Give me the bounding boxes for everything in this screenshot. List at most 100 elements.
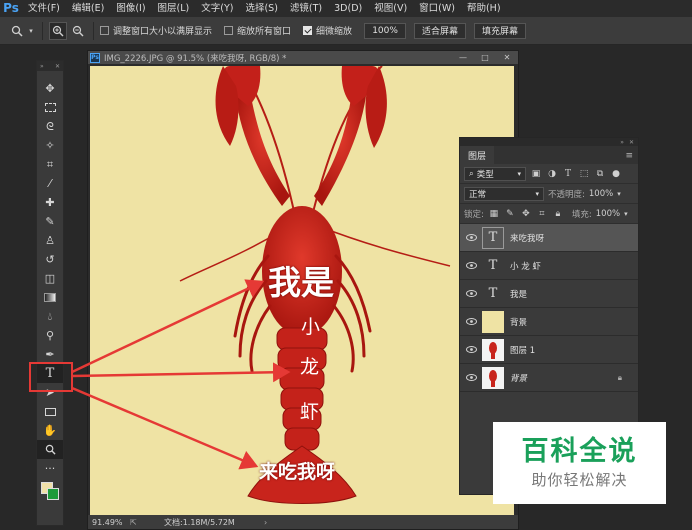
zoom-out-icon[interactable] <box>69 22 87 40</box>
resize-windows-checkbox[interactable] <box>100 26 109 35</box>
filter-kind-label: 类型 <box>476 169 494 180</box>
menu-help[interactable]: 帮助(H) <box>461 0 507 17</box>
menu-layer[interactable]: 图层(L) <box>152 0 196 17</box>
dodge-tool-icon[interactable]: ⚲ <box>37 326 63 345</box>
gradient-tool-icon[interactable] <box>37 288 63 307</box>
zoom-all-option[interactable]: 缩放所有窗口 <box>224 24 291 37</box>
zoom-tool-preset-icon[interactable] <box>8 22 26 40</box>
panel-menu-icon[interactable]: ≡ <box>625 148 638 164</box>
layer-name[interactable]: 图层 1 <box>510 344 535 356</box>
scrubby-zoom-checkbox[interactable] <box>303 26 313 35</box>
lock-artboard-icon[interactable]: ⌗ <box>536 209 548 219</box>
crop-tool-icon[interactable]: ⌗ <box>37 155 63 174</box>
layer-name[interactable]: 来吃我呀 <box>510 232 544 244</box>
eye-icon[interactable] <box>460 262 482 269</box>
image-layer-thumbnail <box>482 338 504 361</box>
color-swatches[interactable] <box>37 478 63 506</box>
fill-value[interactable]: 100% <box>596 209 620 219</box>
menu-image[interactable]: 图像(I) <box>110 0 151 17</box>
image-canvas[interactable]: 我是 小 龙 虾 来吃我呀 <box>90 66 514 515</box>
menu-type[interactable]: 文字(Y) <box>195 0 239 17</box>
more-tools-icon[interactable]: ··· <box>37 459 63 478</box>
brush-tool-icon[interactable]: ✎ <box>37 212 63 231</box>
layer-row[interactable]: 背景 <box>460 308 638 336</box>
move-tool-icon[interactable]: ✥ <box>37 79 63 98</box>
chevron-down-icon[interactable]: ▾ <box>617 190 621 198</box>
eye-icon[interactable] <box>460 346 482 353</box>
menu-file[interactable]: 文件(F) <box>22 0 66 17</box>
lock-position-icon[interactable]: ✥ <box>520 209 532 219</box>
maximize-icon[interactable]: □ <box>474 51 496 64</box>
tools-panel-header[interactable]: » ✕ <box>37 61 63 71</box>
filter-kind-select[interactable]: ⌕ 类型 ▾ <box>464 166 526 181</box>
close-icon[interactable]: ✕ <box>496 51 518 64</box>
lock-paint-icon[interactable]: ✎ <box>504 209 516 219</box>
type-tool-icon[interactable]: T <box>37 364 63 383</box>
chevron-down-icon[interactable]: ▾ <box>624 210 628 218</box>
lock-all-icon[interactable]: 🔒︎ <box>552 209 564 219</box>
pen-tool-icon[interactable]: ✒ <box>37 345 63 364</box>
menu-3d[interactable]: 3D(D) <box>328 0 368 17</box>
menu-filter[interactable]: 滤镜(T) <box>284 0 328 17</box>
close-icon[interactable]: ✕ <box>55 63 60 70</box>
watermark-subtitle: 助你轻松解决 <box>531 471 628 489</box>
layer-row[interactable]: 背景 🔒︎ <box>460 364 638 392</box>
resize-windows-option[interactable]: 调整窗口大小以满屏显示 <box>100 24 212 37</box>
filter-toggle-icon[interactable]: ● <box>610 169 622 179</box>
clone-stamp-tool-icon[interactable]: ♙ <box>37 231 63 250</box>
magic-wand-tool-icon[interactable]: ✧ <box>37 136 63 155</box>
zoom-100-button[interactable]: 100% <box>364 22 407 39</box>
path-selection-tool-icon[interactable]: ➤ <box>37 383 63 402</box>
layer-row[interactable]: T 来吃我呀 <box>460 224 638 252</box>
rectangle-tool-icon[interactable] <box>37 402 63 421</box>
filter-smart-object-icon[interactable]: ⧉ <box>594 169 606 179</box>
layer-name[interactable]: 我是 <box>510 288 527 300</box>
export-icon[interactable]: ⇱ <box>130 518 164 527</box>
tab-layers[interactable]: 图层 <box>460 146 495 164</box>
chevron-down-icon[interactable]: ▾ <box>26 22 36 40</box>
zoom-in-icon[interactable] <box>49 21 67 40</box>
collapse-icon[interactable]: » <box>40 63 44 70</box>
filter-pixel-icon[interactable]: ▣ <box>530 169 542 179</box>
menu-view[interactable]: 视图(V) <box>368 0 413 17</box>
blend-mode-select[interactable]: 正常 ▾ <box>464 186 544 201</box>
layer-name[interactable]: 背景 <box>510 372 527 384</box>
eye-icon[interactable] <box>460 234 482 241</box>
eye-icon[interactable] <box>460 318 482 325</box>
layer-row[interactable]: T 小 龙 虾 <box>460 252 638 280</box>
fit-screen-button[interactable]: 适合屏幕 <box>414 22 467 39</box>
lasso-tool-icon[interactable]: ᘓ <box>37 117 63 136</box>
scrubby-zoom-option[interactable]: 细微缩放 <box>303 24 352 37</box>
menu-select[interactable]: 选择(S) <box>239 0 283 17</box>
status-menu-arrow-icon[interactable]: › <box>264 518 267 527</box>
blur-tool-icon[interactable]: 💧︎ <box>37 307 63 326</box>
menu-window[interactable]: 窗口(W) <box>413 0 461 17</box>
fill-screen-button[interactable]: 填充屏幕 <box>474 22 527 39</box>
eye-icon[interactable] <box>460 290 482 297</box>
eyedropper-tool-icon[interactable]: ⁄ <box>37 174 63 193</box>
zoom-level[interactable]: 91.49% <box>92 518 130 527</box>
filter-shape-icon[interactable]: ⬚ <box>578 169 590 179</box>
lock-transparency-icon[interactable]: ▦ <box>488 209 500 219</box>
hand-tool-icon[interactable]: ✋ <box>37 421 63 440</box>
minimize-icon[interactable]: — <box>452 51 474 64</box>
zoom-all-checkbox[interactable] <box>224 26 234 35</box>
background-color-swatch[interactable] <box>47 488 59 500</box>
close-icon[interactable]: ✕ <box>629 139 634 146</box>
history-brush-tool-icon[interactable]: ↺ <box>37 250 63 269</box>
eraser-tool-icon[interactable]: ◫ <box>37 269 63 288</box>
zoom-tool-icon[interactable] <box>37 440 63 459</box>
filter-adjustment-icon[interactable]: ◑ <box>546 169 558 179</box>
layers-panel-header[interactable]: » ✕ <box>460 138 638 146</box>
layer-row[interactable]: 图层 1 <box>460 336 638 364</box>
eye-icon[interactable] <box>460 374 482 381</box>
layer-name[interactable]: 背景 <box>510 316 527 328</box>
layer-row[interactable]: T 我是 <box>460 280 638 308</box>
healing-brush-tool-icon[interactable]: ✚ <box>37 193 63 212</box>
marquee-tool-icon[interactable] <box>37 98 63 117</box>
collapse-icon[interactable]: » <box>620 139 624 146</box>
filter-type-icon[interactable]: T <box>562 169 574 179</box>
layer-name[interactable]: 小 龙 虾 <box>510 260 541 272</box>
opacity-value[interactable]: 100% <box>589 189 613 199</box>
menu-edit[interactable]: 编辑(E) <box>66 0 110 17</box>
